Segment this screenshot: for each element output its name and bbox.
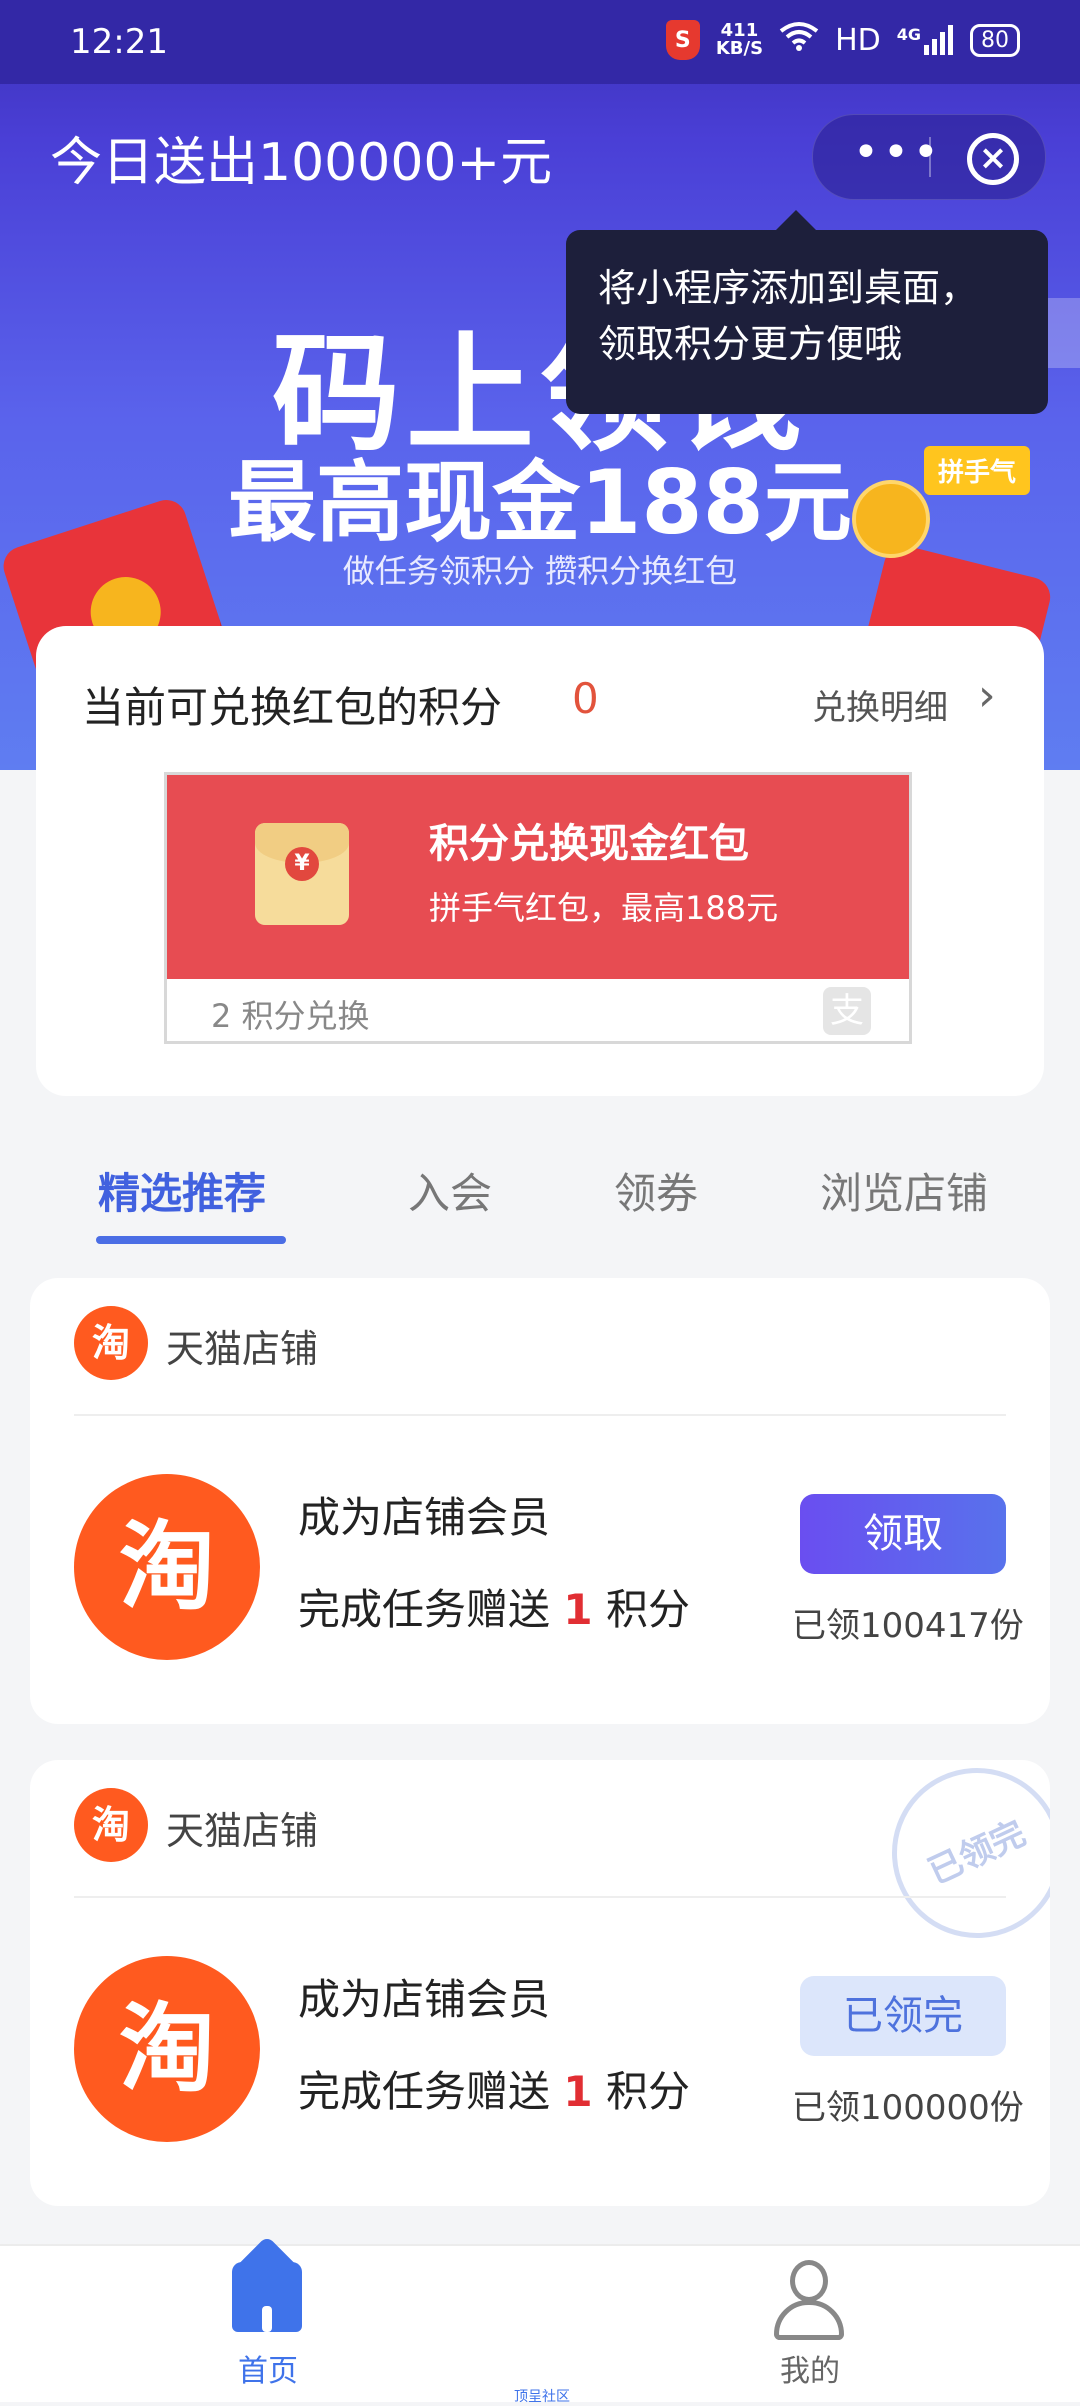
points-card: 当前可兑换红包的积分 0 兑换明细 › ¥ 积分兑换现金红包 拼手气红包，最高1… — [36, 626, 1044, 1096]
claimed-count: 已领100417份 — [792, 1606, 1024, 1646]
banner-subtitle: 最高现金188元 — [228, 451, 852, 554]
signal-icon: 4G — [897, 25, 954, 55]
nav-me-label[interactable]: 我的 — [780, 2346, 840, 2390]
alipay-icon: 支 — [823, 987, 871, 1035]
add-to-desktop-tooltip[interactable]: 将小程序添加到桌面， 领取积分更方便哦 — [566, 210, 1048, 414]
task-points: 1 — [563, 2067, 593, 2116]
task-description: 完成任务赠送 1 积分 — [298, 1585, 690, 1634]
claimed-count: 已领100000份 — [792, 2088, 1024, 2128]
banner-description: 做任务领积分 攒积分换红包 — [342, 552, 738, 590]
bottom-navigation: 首页 我的 顶呈社区 — [0, 2235, 1080, 2405]
footnote: 顶呈社区 — [514, 2389, 570, 2405]
taobao-large-logo-icon: 淘 — [74, 1474, 260, 1660]
tab-featured[interactable]: 精选推荐 — [98, 1160, 266, 1221]
task-card: 淘 天猫店铺 淘 成为店铺会员 完成任务赠送 1 积分 领取 已领100417份 — [30, 1278, 1050, 1724]
network-speed: 411 KB/S — [715, 20, 764, 59]
task-title: 成为店铺会员 — [298, 1975, 551, 2024]
tooltip-line-1: 将小程序添加到桌面， — [598, 266, 979, 310]
miniprogram-capsule: ••• × — [812, 114, 1046, 200]
wifi-icon — [779, 21, 819, 59]
profile-icon[interactable] — [772, 2260, 846, 2340]
claim-button[interactable]: 领取 — [800, 1494, 1006, 1574]
exchange-detail-link[interactable]: 兑换明细 — [812, 680, 948, 729]
exchange-subtitle: 拼手气红包，最高188元 — [429, 889, 779, 927]
taobao-logo-icon: 淘 — [74, 1788, 148, 1862]
task-card: 已领完 淘 天猫店铺 淘 成为店铺会员 完成任务赠送 1 积分 已领完 已领10… — [30, 1760, 1050, 2206]
divider — [74, 1414, 1006, 1416]
home-icon[interactable] — [231, 2235, 303, 2348]
chevron-right-icon[interactable]: › — [978, 670, 996, 721]
active-tab-indicator — [96, 1236, 286, 1244]
security-shield-icon: S — [665, 20, 700, 60]
nav-home-label[interactable]: 首页 — [238, 2346, 298, 2390]
divider — [74, 1896, 1006, 1898]
hd-label: HD — [835, 22, 881, 58]
sold-out-stamp: 已领完 — [864, 1760, 1050, 1966]
shop-name: 天猫店铺 — [166, 1327, 319, 1371]
task-description: 完成任务赠送 1 积分 — [298, 2067, 690, 2116]
taobao-logo-icon: 淘 — [74, 1306, 148, 1380]
task-points: 1 — [563, 1585, 593, 1634]
claimed-out-button[interactable]: 已领完 — [800, 1976, 1006, 2056]
tab-browse-shops[interactable]: 浏览店铺 — [820, 1160, 988, 1221]
exchange-cost: 2 积分兑换 — [211, 997, 370, 1035]
lucky-tag: 拼手气 — [924, 446, 1031, 495]
taobao-large-logo-icon: 淘 — [74, 1956, 260, 2142]
status-time: 12:21 — [70, 22, 168, 62]
exchange-red-packet-card[interactable]: ¥ 积分兑换现金红包 拼手气红包，最高188元 2 积分兑换 支 — [164, 772, 912, 1044]
tab-join-membership[interactable]: 入会 — [408, 1160, 492, 1221]
task-title: 成为店铺会员 — [298, 1493, 551, 1542]
page-title: 今日送出100000+元 — [50, 133, 553, 193]
category-tabs: 精选推荐 入会 领券 浏览店铺 — [0, 1160, 1080, 1260]
exchange-title: 积分兑换现金红包 — [429, 821, 749, 867]
tooltip-line-2: 领取积分更方便哦 — [598, 322, 903, 366]
status-bar: 12:21 S 411 KB/S HD 4G 80 — [0, 0, 1080, 84]
points-value: 0 — [572, 674, 599, 723]
close-icon[interactable]: × — [967, 133, 1019, 185]
battery-icon: 80 — [970, 23, 1020, 57]
shop-name: 天猫店铺 — [166, 1809, 319, 1853]
red-envelope-icon: ¥ — [255, 823, 349, 925]
points-label: 当前可兑换红包的积分 — [82, 683, 503, 732]
tab-coupons[interactable]: 领券 — [614, 1160, 698, 1221]
